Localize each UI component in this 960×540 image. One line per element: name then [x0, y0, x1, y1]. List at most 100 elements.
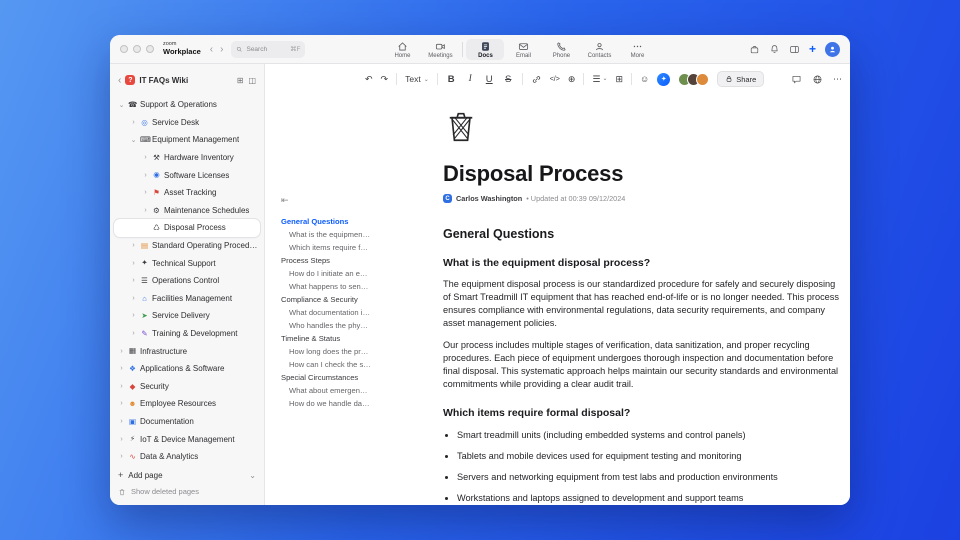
italic-button[interactable]: I — [465, 74, 476, 84]
sidebar-item[interactable]: › ➤ Service Delivery — [110, 307, 264, 325]
toc-item[interactable]: How long does the process ... — [281, 347, 371, 360]
sidebar-item[interactable]: ⌄ ⌨ Equipment Management — [110, 131, 264, 149]
sidebar-item[interactable]: › ∿ Data & Analytics — [110, 448, 264, 466]
checklist-button[interactable]: ⊞ — [616, 74, 624, 84]
redo-button[interactable]: ↷ — [381, 74, 389, 84]
toc-item[interactable]: Who handles the physical di... — [281, 321, 371, 334]
strikethrough-button[interactable]: S — [503, 74, 514, 85]
expand-chevron-icon[interactable]: › — [130, 295, 137, 302]
sidebar-back-icon[interactable]: ‹ — [118, 75, 121, 86]
new-page-icon[interactable]: ⊞ — [237, 76, 244, 85]
nav-tab-docs[interactable]: Docs — [466, 38, 505, 60]
expand-chevron-icon[interactable]: › — [118, 365, 125, 372]
nav-tab-email[interactable]: Email — [504, 39, 542, 60]
briefcase-icon[interactable] — [749, 44, 760, 55]
sidebar-item[interactable]: › ⚑ Asset Tracking — [110, 184, 264, 202]
expand-chevron-icon[interactable]: › — [142, 172, 149, 179]
list-dropdown[interactable]: ☰ ⌄ — [592, 74, 607, 84]
sidebar-item[interactable]: › ⚒ Hardware Inventory — [110, 149, 264, 167]
share-button[interactable]: Share — [717, 71, 765, 87]
expand-chevron-icon[interactable]: ⌄ — [130, 136, 137, 144]
sidebar-item[interactable]: › ◎ Service Desk — [110, 114, 264, 132]
sidebar-item[interactable]: › ▤ Standard Operating Procedures — [110, 237, 264, 255]
emoji-button[interactable]: ☺ — [640, 74, 649, 84]
insert-button[interactable]: ⊕ — [568, 74, 576, 84]
expand-chevron-icon[interactable]: ⌄ — [118, 101, 125, 109]
expand-chevron-icon[interactable]: › — [130, 277, 137, 284]
bold-button[interactable]: B — [446, 74, 457, 85]
toc-item[interactable]: What is the equipment disp... — [281, 230, 371, 243]
add-page-button[interactable]: + Add page ⌄ — [118, 470, 256, 480]
text-style-dropdown[interactable]: Text ⌄ — [405, 74, 429, 84]
expand-chevron-icon[interactable]: › — [118, 383, 125, 390]
expand-chevron-icon[interactable]: › — [130, 242, 137, 249]
sidebar-item[interactable]: › ⌂ Facilities Management — [110, 290, 264, 308]
toc-item[interactable]: How do we handle damage... — [281, 399, 371, 412]
toc-item[interactable]: How can I check the status ... — [281, 360, 371, 373]
expand-chevron-icon[interactable]: › — [118, 348, 125, 355]
toc-item[interactable]: What documentation is req... — [281, 308, 371, 321]
minimize-window-button[interactable] — [133, 45, 141, 53]
comment-icon[interactable] — [791, 74, 802, 85]
toc-item[interactable]: General Questions — [281, 217, 371, 230]
toc-item[interactable]: What about emergency dis... — [281, 386, 371, 399]
globe-icon[interactable] — [812, 74, 823, 85]
sidebar-item[interactable]: › ✦ Technical Support — [110, 254, 264, 272]
sidebar-item[interactable]: ♺ Disposal Process — [114, 219, 260, 237]
sidebar-item[interactable]: › ⚡ IoT & Device Management — [110, 430, 264, 448]
expand-chevron-icon[interactable]: › — [142, 207, 149, 214]
sidebar-item[interactable]: › ⚙ Maintenance Schedules — [110, 202, 264, 220]
show-deleted-pages-button[interactable]: Show deleted pages — [118, 487, 256, 496]
ai-companion-button[interactable]: ✦ — [657, 72, 671, 86]
more-options-icon[interactable]: ⋯ — [833, 74, 842, 85]
expand-chevron-icon[interactable]: › — [130, 312, 137, 319]
sidebar-item[interactable]: › ☰ Operations Control — [110, 272, 264, 290]
expand-chevron-icon[interactable]: › — [142, 189, 149, 196]
sidebar-item[interactable]: › ❖ Applications & Software — [110, 360, 264, 378]
expand-chevron-icon[interactable]: › — [130, 119, 137, 126]
expand-chevron-icon[interactable]: › — [130, 260, 137, 267]
bell-icon[interactable] — [769, 44, 780, 55]
underline-button[interactable]: U — [484, 74, 495, 85]
expand-chevron-icon[interactable]: › — [118, 453, 125, 460]
collapse-sidebar-icon[interactable]: ◫ — [248, 76, 256, 85]
toc-item[interactable]: Which items require formal ... — [281, 243, 371, 256]
add-button[interactable]: + — [809, 43, 816, 55]
maximize-window-button[interactable] — [146, 45, 154, 53]
nav-tab-phone[interactable]: Phone — [542, 39, 580, 60]
nav-tab-meetings[interactable]: Meetings — [421, 39, 459, 60]
sidebar-item[interactable]: › ☻ Employee Resources — [110, 395, 264, 413]
toc-item[interactable]: Timeline & Status — [281, 334, 371, 347]
nav-tab-contacts[interactable]: Contacts — [580, 39, 618, 60]
toc-item[interactable]: Process Steps — [281, 256, 371, 269]
sidebar-item[interactable]: › ✎ Training & Development — [110, 325, 264, 343]
expand-chevron-icon[interactable]: › — [142, 154, 149, 161]
sidebar-item[interactable]: › ◆ Security — [110, 378, 264, 396]
sidebar-item[interactable]: › ▦ Infrastructure — [110, 342, 264, 360]
close-window-button[interactable] — [120, 45, 128, 53]
chevron-down-icon[interactable]: ⌄ — [249, 471, 256, 480]
expand-chevron-icon[interactable]: › — [118, 418, 125, 425]
collaborator-avatars[interactable] — [678, 72, 710, 86]
window-controls[interactable] — [120, 45, 154, 53]
user-avatar[interactable] — [825, 41, 840, 57]
toc-item[interactable]: Special Circumstances — [281, 373, 371, 386]
toc-item[interactable]: How do I initiate an equipm... — [281, 269, 371, 282]
sidebar-item[interactable]: › ▣ Documentation — [110, 413, 264, 431]
back-button[interactable]: ‹ — [210, 44, 213, 55]
expand-chevron-icon[interactable]: › — [118, 436, 125, 443]
sidebar-item[interactable]: › ◉ Software Licenses — [110, 166, 264, 184]
link-button[interactable] — [531, 74, 542, 85]
expand-chevron-icon[interactable]: › — [130, 330, 137, 337]
collapse-outline-icon[interactable]: ⇤ — [281, 195, 289, 205]
toc-item[interactable]: What happens to sensitive ... — [281, 282, 371, 295]
toc-item[interactable]: Compliance & Security — [281, 295, 371, 308]
inline-code-button[interactable]: </> — [550, 76, 560, 83]
expand-chevron-icon[interactable]: › — [118, 400, 125, 407]
nav-tab-more[interactable]: More — [618, 39, 656, 60]
forward-button[interactable]: › — [220, 44, 223, 55]
undo-button[interactable]: ↶ — [365, 74, 373, 84]
sidebar-item[interactable]: ⌄ ☎ Support & Operations — [110, 96, 264, 114]
global-search-input[interactable]: Search ⌘F — [231, 40, 306, 58]
panel-toggle-icon[interactable] — [789, 44, 800, 55]
